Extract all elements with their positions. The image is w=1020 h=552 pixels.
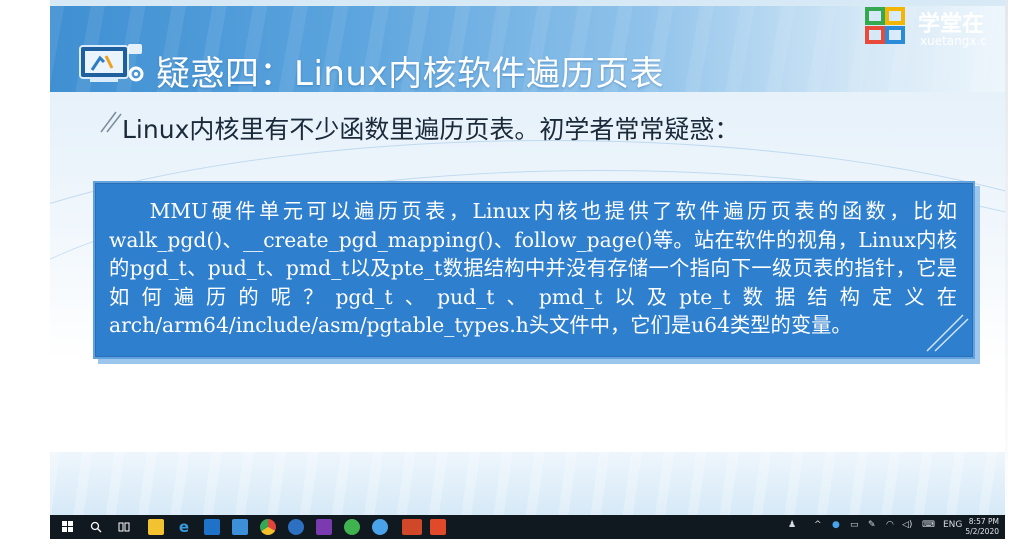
photos-icon[interactable] xyxy=(232,519,248,535)
taskbar: e ♟ ^ ● ▭ ✎ ◠ ◁) ⌨ ENG 8:57 PM 5/2/2020 xyxy=(50,515,1005,539)
bottom-band xyxy=(50,452,1005,515)
xuetangx-logo: 学堂在 xuetangx.c xyxy=(863,4,1005,52)
video-app-icon[interactable] xyxy=(430,519,446,535)
search-icon[interactable] xyxy=(88,519,104,535)
powerpoint-icon[interactable] xyxy=(402,519,422,535)
screen: 疑惑四：Linux内核软件遍历页表 学堂在 xuetangx.c Linux内核… xyxy=(0,0,1020,552)
keyboard-icon[interactable]: ⌨ xyxy=(922,520,935,530)
logo-text-en: xuetangx.c xyxy=(920,34,987,48)
logo-mark-icon xyxy=(865,7,905,44)
clock-date: 5/2/2020 xyxy=(965,527,999,536)
screen-edge xyxy=(1005,0,1020,552)
chrome-icon[interactable] xyxy=(260,519,276,535)
corner-slash-icon xyxy=(926,314,969,352)
network-app-icon[interactable]: ● xyxy=(832,520,840,530)
language-indicator[interactable]: ENG xyxy=(943,520,962,530)
slash-bullet-icon xyxy=(100,111,122,133)
clock-time: 8:57 PM xyxy=(968,517,999,526)
wifi-icon[interactable]: ◠ xyxy=(886,520,894,530)
task-view-icon[interactable] xyxy=(116,519,132,535)
app-icon[interactable] xyxy=(288,519,304,535)
chevron-up-icon[interactable]: ^ xyxy=(814,520,822,530)
monitor-tools-icon xyxy=(79,44,144,82)
edge-browser-icon[interactable]: e xyxy=(176,518,192,536)
app-globe-icon[interactable] xyxy=(372,519,388,535)
slide-title: 疑惑四：Linux内核软件遍历页表 xyxy=(156,54,665,94)
outlook-icon[interactable] xyxy=(204,519,220,535)
content-paragraph: MMU硬件单元可以遍历页表，Linux内核也提供了软件遍历页表的函数，比如wal… xyxy=(109,199,957,337)
people-icon[interactable]: ♟ xyxy=(788,520,796,530)
volume-icon[interactable]: ◁) xyxy=(902,520,912,530)
onenote-icon[interactable] xyxy=(316,519,332,535)
windows-start-icon[interactable] xyxy=(60,519,76,535)
content-box: MMU硬件单元可以遍历页表，Linux内核也提供了软件遍历页表的函数，比如wal… xyxy=(93,181,975,359)
battery-icon[interactable]: ▭ xyxy=(850,520,859,530)
slide-subtitle: Linux内核里有不少函数里遍历页表。初学者常常疑惑： xyxy=(122,115,740,144)
pen-icon[interactable]: ✎ xyxy=(868,520,876,530)
presentation-slide: 疑惑四：Linux内核软件遍历页表 学堂在 xuetangx.c Linux内核… xyxy=(50,0,1005,515)
file-explorer-icon[interactable] xyxy=(148,519,164,535)
wechat-icon[interactable] xyxy=(344,519,360,535)
clock[interactable]: 8:57 PM 5/2/2020 xyxy=(965,517,999,537)
